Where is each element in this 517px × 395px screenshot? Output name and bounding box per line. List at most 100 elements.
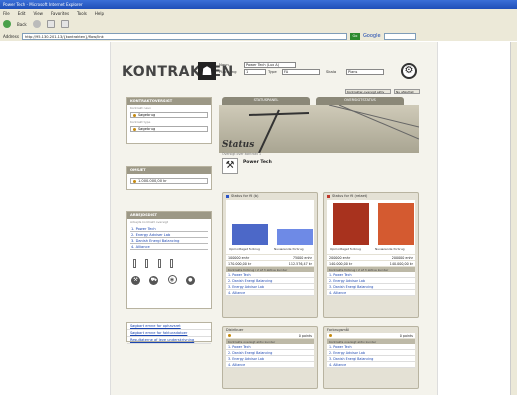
points-value: 0 points <box>298 333 312 338</box>
refresh-icon[interactable] <box>60 20 69 28</box>
bar-chart-1: Opmodtaget forbrug Nuværende forbrug <box>226 200 314 254</box>
panel-title: KONTRAKTOVERSIGT <box>127 98 211 105</box>
contract-name-search[interactable]: Søgebrug <box>130 112 208 118</box>
card-header: Status for fil (b) <box>223 193 317 199</box>
value-field: 1.000.000,00 kr <box>130 178 208 184</box>
footer-link[interactable]: Søgbart emne for fakturadatoer <box>127 330 211 337</box>
vertical-scrollbar[interactable] <box>510 42 517 395</box>
stop-icon[interactable] <box>46 20 55 28</box>
bar-label: Opmodtaget forbrug <box>229 247 260 251</box>
bar-opmodtaget <box>232 224 268 245</box>
points-dot-icon <box>228 333 231 337</box>
forward-arrow-icon[interactable] <box>32 20 41 28</box>
current-units: 200000 enhr <box>391 255 413 260</box>
placering-input[interactable]: 1 <box>244 69 266 75</box>
tab-statuspanel[interactable]: STATUSPANEL <box>222 97 310 105</box>
menu-view[interactable]: View <box>33 11 43 16</box>
target-icon[interactable]: ◉ <box>167 275 177 284</box>
footer-link[interactable]: Søgbart emne for ophavsret <box>127 323 211 330</box>
list-item[interactable]: 4. Alliance <box>327 362 415 368</box>
footer-link[interactable]: Resultaterne af leve underskrivning <box>127 337 211 344</box>
amount-row: 170.000,00 kr 112.576,47 kr <box>226 261 314 266</box>
planned-units: 200000 enhr <box>329 255 351 260</box>
overview-active-button[interactable]: Kontrakter-oversigt aktiv <box>345 89 391 94</box>
address-label: Address <box>3 33 19 39</box>
tool-icon[interactable]: ⚒ <box>131 276 140 285</box>
slider-2[interactable] <box>145 259 149 268</box>
browser-toolbar: Back <box>0 17 517 31</box>
navn-input[interactable]: Power Tech (Lux A) <box>244 62 296 68</box>
skala-input[interactable]: Plans <box>346 69 384 75</box>
vehicle-icon[interactable]: ⛟ <box>149 276 159 285</box>
google-search-input[interactable] <box>383 32 416 40</box>
units-row: 100000 enhr 75000 enhr <box>226 255 314 260</box>
status-card-red: Status for fil (relaet) Opmodtaget forbr… <box>323 192 419 318</box>
list-item[interactable]: 4. Alliance <box>327 290 415 296</box>
menu-file[interactable]: File <box>3 11 10 16</box>
kontrakten-logo: KONTRAKTEN <box>122 64 234 80</box>
window-title-bar: Power Tech - Microsoft Internet Explorer <box>0 0 517 9</box>
menu-help[interactable]: Help <box>95 11 104 16</box>
points-dot-icon <box>329 333 332 337</box>
skala-label: Skala <box>326 69 337 74</box>
menu-favorites[interactable]: Favorites <box>51 11 69 16</box>
footer-links: Søgbart emne for ophavsret Søgbart emne … <box>126 322 212 344</box>
panel-title: OMSÆT <box>127 167 211 174</box>
current-units: 75000 enhr <box>292 255 312 260</box>
menu-tools[interactable]: Tools <box>77 11 87 16</box>
search-field-value: Søgebrug <box>138 113 156 117</box>
slider-group <box>127 251 211 271</box>
slider-3[interactable] <box>157 259 161 268</box>
window-title: Power Tech - Microsoft Internet Explorer <box>3 2 83 7</box>
search-dot-icon <box>133 113 136 117</box>
contract-type-search[interactable]: Søgebrug <box>130 126 208 132</box>
bar-label: Opmodtaget forbrug <box>330 247 361 251</box>
header-field-navn: Navn <box>219 62 229 67</box>
bar-opmodtaget <box>333 203 369 245</box>
settings-icon[interactable]: ⚙ <box>401 63 417 79</box>
search-dot-icon <box>133 127 136 131</box>
list-item[interactable]: 4. Alliance <box>226 362 314 368</box>
units-row: 200000 enhr 200000 enhr <box>327 255 415 260</box>
distribution-tree: 1. Power Tech 2. Energy Adviser Lab 3. D… <box>130 226 208 250</box>
tab-oversigtstatus[interactable]: OVERSIGTSTATUS <box>316 97 404 105</box>
back-arrow-icon[interactable] <box>3 20 11 28</box>
slider-4[interactable] <box>169 259 173 268</box>
bar-label: Nuværende forbrug <box>274 247 304 251</box>
customer-list: Kontrakts forbrug i 2 af 3 aktive kunder… <box>226 267 314 296</box>
card-header: Status for fil (relaet) <box>324 193 418 199</box>
points-value: 0 points <box>399 333 413 338</box>
distribution-card: Distribuer 0 points Kontrakts oversigt a… <box>222 326 318 389</box>
blue-square-icon <box>226 194 229 198</box>
back-label[interactable]: Back <box>17 22 27 27</box>
list-item[interactable]: 4. Alliance <box>226 290 314 296</box>
company-name: Power Tech <box>243 160 272 165</box>
planned-units: 100000 enhr <box>228 255 250 260</box>
current-amount: 112.576,47 kr <box>288 261 312 266</box>
distribution-panel: ARBEJDSDIST Arbejds kontrakt oversigt 1.… <box>126 211 212 309</box>
finished-button[interactable]: Nu afsluttet <box>394 89 420 94</box>
panel-subtitle: Kontrakt type <box>130 120 151 124</box>
record-icon[interactable]: ● <box>185 276 195 285</box>
control-buttons: ⚒ ⛟ ◉ ● <box>127 271 211 289</box>
menu-edit[interactable]: Edit <box>18 11 26 16</box>
card-header-text: Status for fil (relaet) <box>332 194 368 198</box>
customer-list: Kontrakts forbrug i 2 af 3 aktive kunder… <box>327 267 415 296</box>
bar-chart-2: Opmodtaget forbrug Nuværende forbrug <box>327 200 415 254</box>
go-button[interactable]: Go <box>349 32 360 40</box>
value-text: 1.000.000,00 kr <box>138 179 167 183</box>
company-logo-icon: ⚒ <box>222 158 238 174</box>
value-panel: OMSÆT 1.000.000,00 kr <box>126 166 212 190</box>
points-row: 0 points <box>226 333 314 338</box>
tree-item[interactable]: 4. Alliance <box>130 244 208 250</box>
placering-label: Placering <box>219 69 237 74</box>
menu-bar: File Edit View Favorites Tools Help <box>0 9 517 17</box>
address-input[interactable]: http://95.130.201.13/{kontrakten}/flow/l… <box>21 32 347 40</box>
google-toolbar-label: Google <box>362 33 381 39</box>
slider-1[interactable] <box>133 259 136 268</box>
type-input[interactable]: FA <box>282 69 320 75</box>
panel-subtitle: Kontrakt navn <box>130 106 152 110</box>
points-row: 0 points <box>327 333 415 338</box>
bar-label: Nuværende forbrug <box>375 247 405 251</box>
contract-search-panel: KONTRAKTOVERSIGT Kontrakt navn Søgebrug … <box>126 97 212 144</box>
